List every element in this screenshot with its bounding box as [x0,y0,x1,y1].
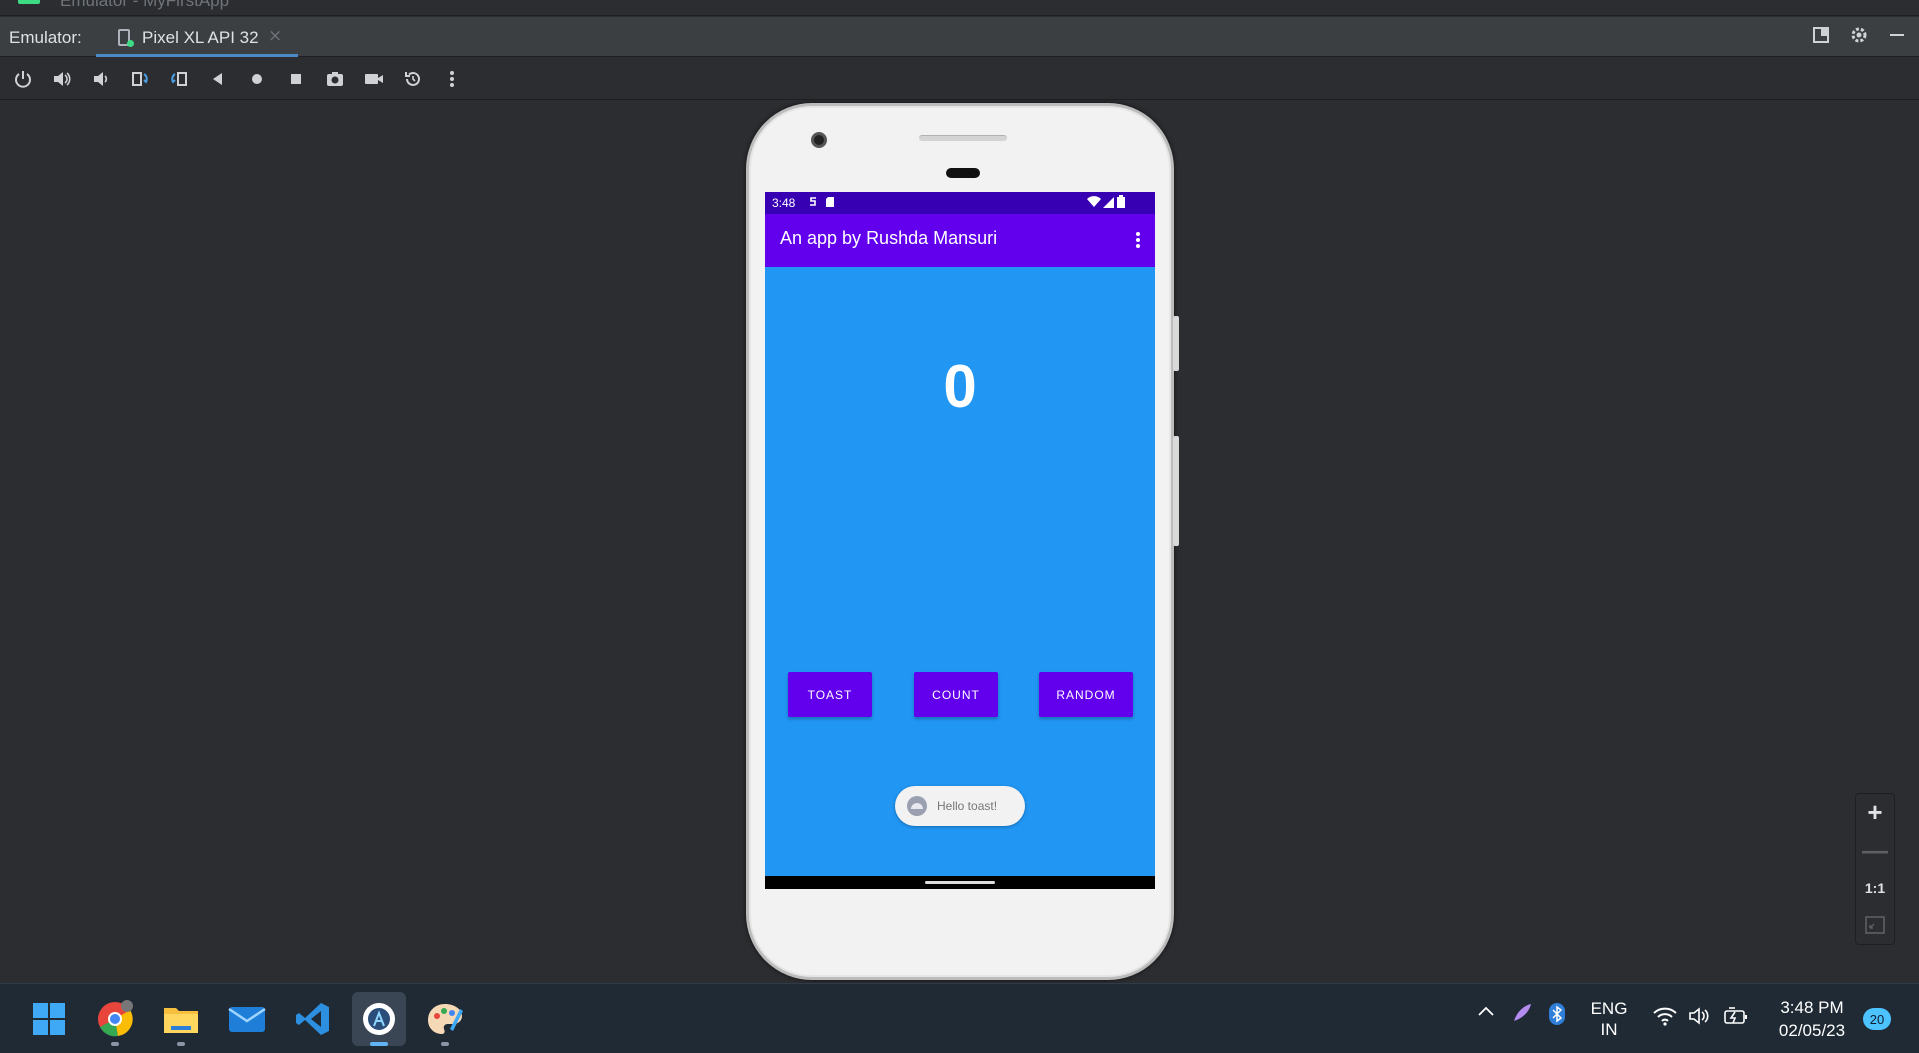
zoom-out-button[interactable]: — [1855,832,1895,870]
front-camera [811,132,827,148]
status-bar: 3:48 [765,192,1155,214]
wifi-tray-icon[interactable] [1652,1006,1678,1031]
bluetooth-icon[interactable] [1545,1002,1569,1031]
android-studio-icon[interactable] [352,992,406,1046]
volume-down-icon[interactable] [86,64,116,94]
region-code: IN [1600,1020,1618,1039]
sd-card-icon [825,195,835,212]
fit-screen-icon[interactable] [1855,907,1895,945]
device-screen[interactable]: 3:48 An app by Rushda Mansuri 0 TOAST CO… [765,192,1155,889]
notification-badge[interactable]: 20 [1863,1008,1891,1030]
device-frame: 3:48 An app by Rushda Mansuri 0 TOAST CO… [746,103,1179,980]
actual-size-button[interactable]: 1:1 [1855,869,1895,907]
pen-tray-icon[interactable] [1510,1002,1534,1029]
emulator-toolbar [0,58,1919,100]
screenshot-icon[interactable] [320,64,350,94]
navigation-bar [765,876,1155,889]
app-bar: An app by Rushda Mansuri [765,214,1155,267]
toast-text: Hello toast! [937,799,998,813]
tab-title: Pixel XL API 32 [142,28,259,47]
device-icon [118,29,134,47]
volume-up-icon[interactable] [47,64,77,94]
rotate-left-icon[interactable] [125,64,155,94]
emulator-label: Emulator: [9,28,82,47]
chrome-icon[interactable] [88,992,142,1046]
start-icon[interactable] [22,992,76,1046]
power-side-button [1173,316,1179,371]
window-title: Emulator - MyFirstApp [60,0,230,10]
language-indicator[interactable]: ENG IN [1584,998,1634,1040]
count-display: 0 [943,353,977,420]
notification-s-icon [807,195,819,212]
snapshot-icon[interactable] [398,64,428,94]
mail-icon[interactable] [220,992,274,1046]
language-code: ENG [1590,999,1628,1018]
window-title-bar: Emulator - MyFirstApp [0,0,1919,16]
battery-icon [1117,195,1125,212]
overflow-menu-icon[interactable] [1131,228,1145,252]
battery-tray-icon[interactable] [1723,1006,1749,1031]
windows-taskbar: ENG IN 3:48 PM 02/05/23 20 [0,983,1919,1053]
home-icon[interactable] [242,64,272,94]
proximity-sensor [946,168,980,178]
earpiece-speaker [919,135,1007,141]
file-explorer-icon[interactable] [154,992,208,1046]
count-button[interactable]: COUNT [914,672,998,717]
zoom-controls: + — 1:1 [1855,793,1895,945]
clock-date: 02/05/23 [1778,1021,1846,1040]
volume-side-button [1173,436,1179,546]
rotate-right-icon[interactable] [164,64,194,94]
vscode-icon[interactable] [286,992,340,1046]
clock-time: 3:48 PM [1780,998,1844,1017]
screen-record-icon[interactable] [359,64,389,94]
zoom-in-button[interactable]: + [1855,794,1895,832]
paint-icon[interactable] [418,992,472,1046]
settings-gear-icon[interactable] [1847,25,1871,49]
tab-pixel-xl-api-32[interactable]: Pixel XL API 32 × [96,17,298,57]
gesture-handle[interactable] [925,881,995,884]
toast-button[interactable]: TOAST [788,672,872,717]
emulator-tab-bar: Emulator: Pixel XL API 32 × [0,17,1919,57]
more-icon[interactable] [437,64,467,94]
status-time: 3:48 [772,196,796,210]
signal-icon [1102,195,1114,212]
app-title: An app by Rushda Mansuri [780,228,998,248]
android-studio-logo-icon [18,0,40,4]
minimize-icon[interactable] [1885,25,1909,49]
random-button[interactable]: RANDOM [1039,672,1133,717]
back-icon[interactable] [203,64,233,94]
power-icon[interactable] [8,64,38,94]
overview-icon[interactable] [281,64,311,94]
show-hidden-icons-chevron-icon[interactable] [1474,1002,1498,1027]
volume-tray-icon[interactable] [1688,1006,1712,1031]
layout-icon[interactable] [1809,25,1833,49]
toast-message: Hello toast! [895,786,1025,826]
android-app-icon [907,796,927,816]
close-tab-icon[interactable]: × [268,26,282,46]
clock[interactable]: 3:48 PM 02/05/23 [1766,996,1858,1042]
wifi-icon [1087,195,1101,212]
active-tab-indicator [96,54,298,57]
